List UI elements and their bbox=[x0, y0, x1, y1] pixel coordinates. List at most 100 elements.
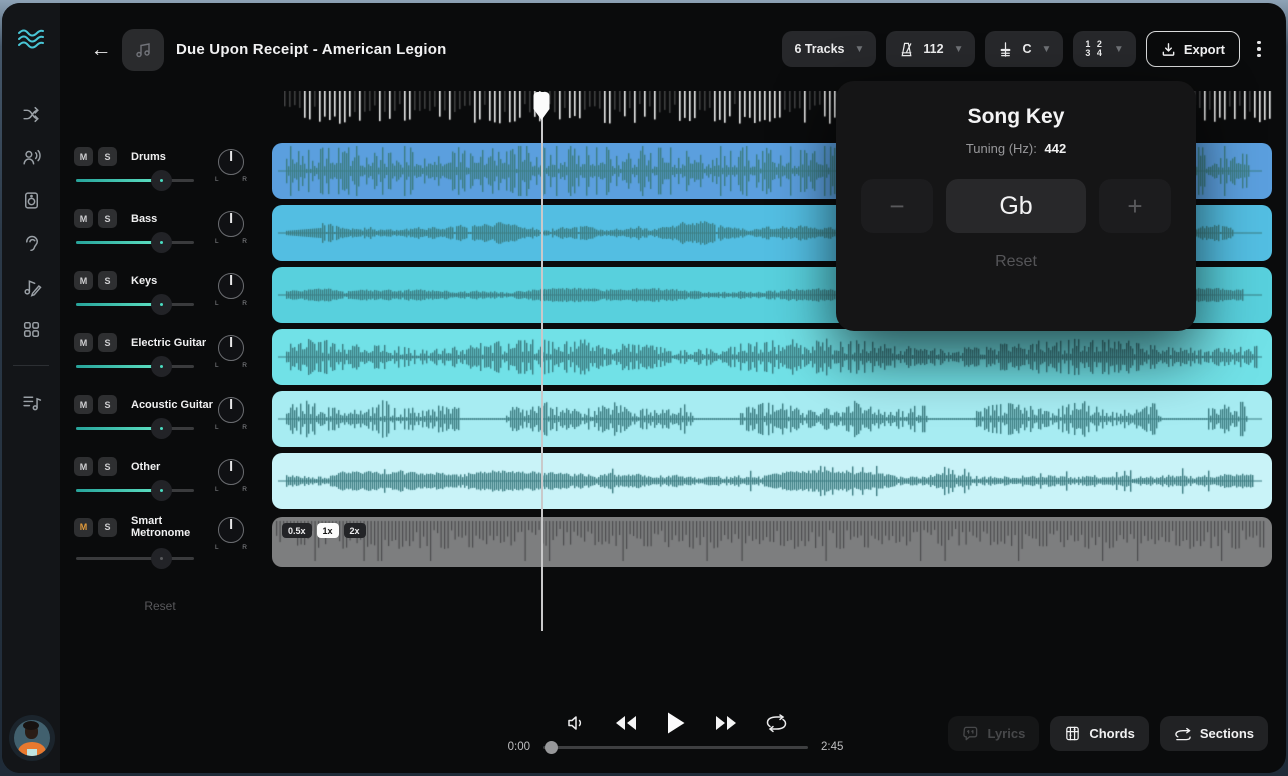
metronome-speed-2x[interactable]: 2x bbox=[344, 523, 366, 538]
waveform-canvas bbox=[272, 391, 1272, 447]
pan-knob[interactable] bbox=[218, 335, 244, 361]
mixer-panel: M S Drums LR M S Bass LR M S K bbox=[60, 3, 272, 773]
track-name-label: Acoustic Guitar bbox=[131, 399, 213, 411]
volume-thumb[interactable] bbox=[151, 548, 172, 569]
sections-label: Sections bbox=[1200, 726, 1254, 741]
chords-button[interactable]: Chords bbox=[1050, 716, 1149, 751]
mixer-row: M S Bass LR bbox=[74, 205, 260, 263]
waveform-track-acoustic[interactable] bbox=[272, 391, 1272, 447]
volume-slider[interactable] bbox=[76, 365, 194, 368]
volume-slider[interactable] bbox=[76, 489, 194, 492]
playhead-handle[interactable] bbox=[532, 91, 551, 122]
key-reset-button[interactable]: Reset bbox=[836, 253, 1196, 271]
mixer-row: M S Acoustic Guitar LR bbox=[74, 391, 260, 449]
voice-studio-icon[interactable] bbox=[16, 142, 46, 172]
solo-button[interactable]: S bbox=[98, 518, 117, 537]
volume-thumb[interactable] bbox=[151, 294, 172, 315]
track-name-label: Electric Guitar bbox=[131, 337, 206, 349]
setlist-icon[interactable] bbox=[16, 387, 46, 417]
progress-thumb[interactable] bbox=[545, 741, 558, 754]
playhead-line bbox=[541, 95, 543, 631]
solo-button[interactable]: S bbox=[98, 457, 117, 476]
splitter-icon[interactable] bbox=[16, 99, 46, 129]
mixer-reset-button[interactable]: Reset bbox=[60, 599, 260, 613]
volume-icon[interactable] bbox=[562, 709, 590, 737]
pan-knob[interactable] bbox=[218, 459, 244, 485]
sidebar bbox=[2, 3, 60, 773]
pan-labels: LR bbox=[214, 176, 248, 183]
lyrics-button[interactable]: Lyrics bbox=[948, 716, 1039, 751]
mute-button[interactable]: M bbox=[74, 518, 93, 537]
solo-button[interactable]: S bbox=[98, 333, 117, 352]
key-minus-button[interactable]: − bbox=[861, 179, 933, 233]
tuning-label: Tuning (Hz): bbox=[966, 141, 1037, 156]
track-name-label: Keys bbox=[131, 275, 157, 287]
volume-slider[interactable] bbox=[76, 241, 194, 244]
track-name-label: Smart Metronome bbox=[131, 515, 223, 539]
progress-row: 0:00 2:45 bbox=[500, 741, 851, 753]
pan-knob[interactable] bbox=[218, 211, 244, 237]
desktop-background: ← Due Upon Receipt - American Legion 6 T… bbox=[0, 0, 1288, 776]
amp-icon[interactable] bbox=[16, 185, 46, 215]
volume-thumb[interactable] bbox=[151, 232, 172, 253]
rewind-button[interactable] bbox=[612, 709, 640, 737]
mute-button[interactable]: M bbox=[74, 395, 93, 414]
solo-button[interactable]: S bbox=[98, 209, 117, 228]
mute-button[interactable]: M bbox=[74, 271, 93, 290]
chords-label: Chords bbox=[1089, 726, 1135, 741]
total-time: 2:45 bbox=[821, 741, 851, 753]
metronome-speed-1x[interactable]: 1x bbox=[317, 523, 339, 538]
metronome-speed-0.5x[interactable]: 0.5x bbox=[282, 523, 312, 538]
volume-slider[interactable] bbox=[76, 557, 194, 560]
mute-button[interactable]: M bbox=[74, 209, 93, 228]
pan-knob[interactable] bbox=[218, 149, 244, 175]
volume-thumb[interactable] bbox=[151, 170, 172, 191]
volume-thumb[interactable] bbox=[151, 356, 172, 377]
fast-forward-button[interactable] bbox=[712, 709, 740, 737]
pan-knob[interactable] bbox=[218, 517, 244, 543]
solo-button[interactable]: S bbox=[98, 147, 117, 166]
mute-button[interactable]: M bbox=[74, 147, 93, 166]
lyric-writer-icon[interactable] bbox=[16, 271, 46, 301]
waveform-canvas bbox=[272, 329, 1272, 385]
mute-button[interactable]: M bbox=[74, 333, 93, 352]
pan-labels: LR bbox=[214, 486, 248, 493]
popup-title: Song Key bbox=[836, 105, 1196, 129]
mixer-row: M S Drums LR bbox=[74, 143, 260, 201]
pan-labels: LR bbox=[214, 238, 248, 245]
loop-button[interactable] bbox=[762, 709, 790, 737]
sections-button[interactable]: Sections bbox=[1160, 716, 1268, 751]
metronome-lane[interactable]: 0.5x 1x 2x bbox=[272, 517, 1272, 567]
solo-button[interactable]: S bbox=[98, 395, 117, 414]
pan-labels: LR bbox=[214, 424, 248, 431]
track-name-label: Other bbox=[131, 461, 160, 473]
play-button[interactable] bbox=[662, 709, 690, 737]
waveform-track-other[interactable] bbox=[272, 453, 1272, 509]
song-key-popup: Song Key Tuning (Hz): 442 − Gb + Reset bbox=[836, 81, 1196, 331]
solo-button[interactable]: S bbox=[98, 271, 117, 290]
key-plus-button[interactable]: + bbox=[1099, 179, 1171, 233]
tuning-value: 442 bbox=[1044, 141, 1066, 156]
volume-slider[interactable] bbox=[76, 427, 194, 430]
pan-labels: LR bbox=[214, 544, 248, 551]
mute-button[interactable]: M bbox=[74, 457, 93, 476]
moises-logo-icon[interactable] bbox=[17, 27, 45, 51]
volume-slider[interactable] bbox=[76, 179, 194, 182]
tuning-line: Tuning (Hz): 442 bbox=[836, 141, 1196, 156]
app-window: ← Due Upon Receipt - American Legion 6 T… bbox=[2, 3, 1286, 773]
pan-knob[interactable] bbox=[218, 273, 244, 299]
transport-controls bbox=[562, 709, 790, 737]
pan-knob[interactable] bbox=[218, 397, 244, 423]
progress-bar[interactable] bbox=[543, 746, 808, 749]
volume-thumb[interactable] bbox=[151, 418, 172, 439]
waveform-track-electric[interactable] bbox=[272, 329, 1272, 385]
user-avatar[interactable] bbox=[9, 715, 55, 761]
volume-slider[interactable] bbox=[76, 303, 194, 306]
lyrics-label: Lyrics bbox=[987, 726, 1025, 741]
metronome-waveform bbox=[272, 517, 1272, 567]
volume-thumb[interactable] bbox=[151, 480, 172, 501]
key-value-button[interactable]: Gb bbox=[946, 179, 1086, 233]
apps-grid-icon[interactable] bbox=[16, 314, 46, 344]
ear-training-icon[interactable] bbox=[16, 228, 46, 258]
sidebar-divider bbox=[13, 365, 49, 366]
